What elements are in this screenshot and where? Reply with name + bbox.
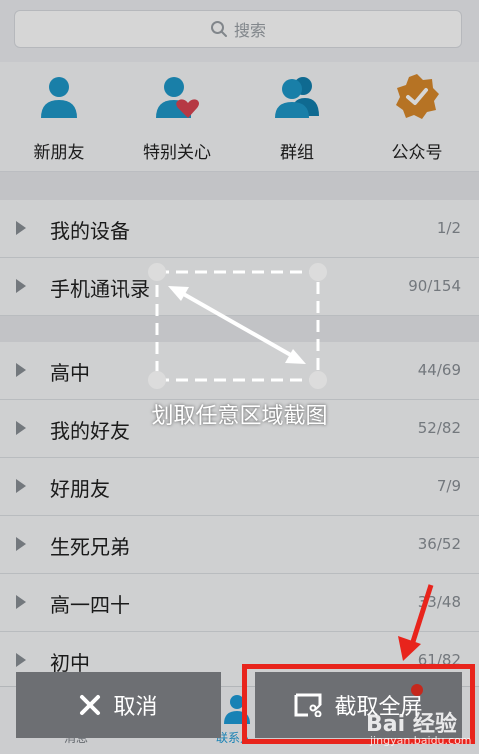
drag-arrow-icon <box>168 286 306 364</box>
cancel-label: 取消 <box>113 695 158 720</box>
selection-handle[interactable] <box>309 371 327 389</box>
selection-hint: 划取任意区域截图 <box>151 404 328 429</box>
cancel-button[interactable]: 取消 <box>16 672 221 738</box>
contacts-screen: 搜索 新朋友 特别关心 群组 公众号 我的设备 1/2 手机通讯录 90/154… <box>0 0 479 754</box>
annotation-arrow <box>398 584 434 661</box>
selection-handle[interactable] <box>148 371 166 389</box>
close-icon <box>80 695 101 715</box>
selection-handle[interactable] <box>309 263 327 281</box>
selection-handle[interactable] <box>148 263 166 281</box>
watermark-url: jingyan.baidu.com <box>370 734 472 747</box>
selection-guide <box>148 263 434 661</box>
